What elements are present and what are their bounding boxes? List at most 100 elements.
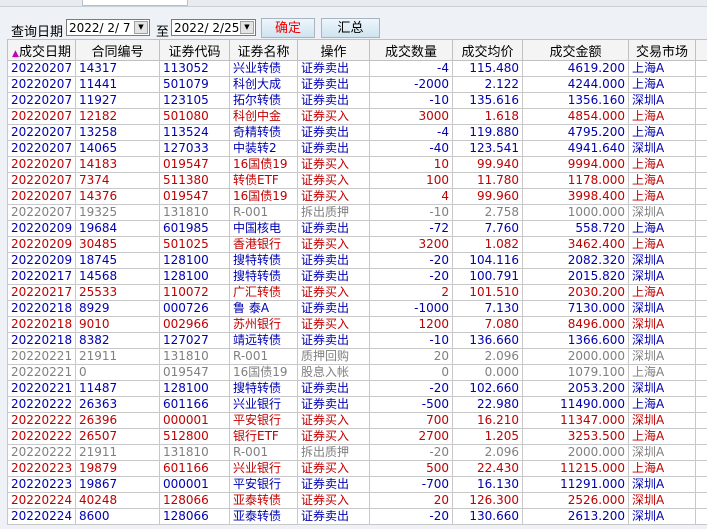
cell-quantity: -10 [369, 204, 453, 221]
cell-operation: 证券买入 [297, 316, 370, 333]
table-row[interactable]: 20220209 19684 601985 中国核电 证券卖出 -72 7.760 558.7… [7, 220, 707, 237]
confirm-button[interactable]: 确定 [261, 18, 315, 38]
active-tab[interactable] [82, 0, 188, 6]
table-row[interactable]: 20220207 14317 113052 兴业转债 证券卖出 -4 115.480 4619… [7, 60, 707, 77]
start-date-picker[interactable]: 2022/ 2/ 7 ▼ [66, 19, 150, 36]
table-row[interactable]: 20220221 0 019547 16国债19 股息入帐 0 0.000 1079.100 上… [7, 364, 707, 381]
cell-market: 深圳A [628, 332, 696, 349]
end-date-picker[interactable]: 2022/ 2/25 ▼ [171, 19, 256, 36]
cell-contract-no: 8382 [75, 332, 160, 349]
cell-name: 亚泰转债 [229, 508, 298, 525]
table-row[interactable]: 20220218 9010 002966 苏州银行 证券买入 1200 7.080 8496.… [7, 316, 707, 333]
cell-extra [695, 108, 707, 125]
cell-contract-no: 21911 [75, 348, 160, 365]
column-header-label: 成交数量 [384, 44, 437, 60]
table-row[interactable]: 20220209 30485 501025 香港银行 证券买入 3200 1.082 3462… [7, 236, 707, 253]
cell-quantity: 3000 [369, 108, 453, 125]
cell-price: 1.082 [452, 236, 523, 253]
table-row[interactable]: 20220218 8382 127027 靖远转债 证券卖出 -10 136.660 1366… [7, 332, 707, 349]
cell-market: 深圳A [628, 140, 696, 157]
column-header-6[interactable]: 成交均价 [452, 39, 523, 61]
cell-date: 20220207 [7, 172, 76, 189]
cell-quantity: -500 [369, 396, 453, 413]
table-row[interactable]: 20220207 14376 019547 16国债19 证券买入 4 99.960 3998… [7, 188, 707, 205]
cell-quantity: 500 [369, 460, 453, 477]
table-row[interactable]: 20220224 40248 128066 亚泰转债 证券买入 20 126.300 2526… [7, 492, 707, 509]
cell-contract-no: 7374 [75, 172, 160, 189]
cell-price: 102.660 [452, 380, 523, 397]
table-row[interactable]: 20220222 26507 512800 银行ETF 证券买入 2700 1.205 325… [7, 428, 707, 445]
dropdown-arrow-icon[interactable]: ▼ [240, 21, 254, 34]
cell-name: R-001 [229, 204, 298, 221]
column-header-extra[interactable] [695, 39, 707, 61]
table-row[interactable]: 20220223 19879 601166 兴业银行 证券买入 500 22.430 1121… [7, 460, 707, 477]
cell-operation: 证券买入 [297, 108, 370, 125]
cell-date: 20220222 [7, 412, 76, 429]
cell-code: 113052 [159, 60, 230, 77]
table-row[interactable]: 20220218 8929 000726 鲁 泰A 证券卖出 -1000 7.130 7130… [7, 300, 707, 317]
table-row[interactable]: 20220223 19867 000001 平安银行 证券卖出 -700 16.130 112… [7, 476, 707, 493]
cell-date: 20220221 [7, 364, 76, 381]
table-row[interactable]: 20220221 11487 128100 搜特转债 证券卖出 -20 102.660 205… [7, 380, 707, 397]
column-header-4[interactable]: 操作 [297, 39, 370, 61]
cell-operation: 证券卖出 [297, 124, 370, 141]
cell-quantity: 3200 [369, 236, 453, 253]
cell-code: 000001 [159, 412, 230, 429]
cell-date: 20220218 [7, 332, 76, 349]
table-row[interactable]: 20220221 21911 131810 R-001 质押回购 20 2.096 2000.… [7, 348, 707, 365]
cell-name: 科创大成 [229, 76, 298, 93]
table-row[interactable]: 20220224 8600 128066 亚泰转债 证券卖出 -20 130.660 2613… [7, 508, 707, 525]
cell-price: 16.130 [452, 476, 523, 493]
column-header-5[interactable]: 成交数量 [369, 39, 453, 61]
cell-date: 20220207 [7, 92, 76, 109]
column-header-3[interactable]: 证券名称 [229, 39, 298, 61]
table-row[interactable]: 20220222 26396 000001 平安银行 证券买入 700 16.210 1134… [7, 412, 707, 429]
cell-code: 501025 [159, 236, 230, 253]
cell-extra [695, 332, 707, 349]
cell-price: 1.618 [452, 108, 523, 125]
cell-code: 128100 [159, 380, 230, 397]
cell-code: 110072 [159, 284, 230, 301]
cell-name: 奇精转债 [229, 124, 298, 141]
table-row[interactable]: 20220217 25533 110072 广汇转债 证券买入 2 101.510 2030.… [7, 284, 707, 301]
table-row[interactable]: 20220207 14183 019547 16国债19 证券买入 10 99.940 999… [7, 156, 707, 173]
column-header-8[interactable]: 交易市场 [628, 39, 696, 61]
column-header-1[interactable]: 合同编号 [75, 39, 160, 61]
cell-name: 中装转2 [229, 140, 298, 157]
cell-contract-no: 14317 [75, 60, 160, 77]
cell-amount: 11347.000 [522, 412, 629, 429]
cell-operation: 证券买入 [297, 412, 370, 429]
table-row[interactable]: 20220222 26363 601166 兴业银行 证券卖出 -500 22.980 114… [7, 396, 707, 413]
table-row[interactable]: 20220207 19325 131810 R-001 拆出质押 -10 2.758 1000… [7, 204, 707, 221]
table-row[interactable]: 20220207 12182 501080 科创中金 证券买入 3000 1.618 4854… [7, 108, 707, 125]
column-header-7[interactable]: 成交金额 [522, 39, 629, 61]
cell-price: 7.130 [452, 300, 523, 317]
sort-ascending-icon: ▲ [12, 48, 19, 59]
table-row[interactable]: 20220222 21911 131810 R-001 拆出质押 -20 2.096 2000… [7, 444, 707, 461]
cell-date: 20220207 [7, 156, 76, 173]
cell-date: 20220224 [7, 508, 76, 525]
to-label: 至 [156, 25, 170, 40]
cell-contract-no: 30485 [75, 236, 160, 253]
cell-code: 000001 [159, 476, 230, 493]
table-row[interactable]: 20220207 11927 123105 拓尔转债 证券卖出 -10 135.616 135… [7, 92, 707, 109]
cell-market: 上海A [628, 60, 696, 77]
cell-market: 上海A [628, 284, 696, 301]
table-row[interactable]: 20220207 13258 113524 奇精转债 证券卖出 -4 119.880 4795… [7, 124, 707, 141]
cell-quantity: 1200 [369, 316, 453, 333]
table-row[interactable]: 20220209 18745 128100 搜特转债 证券卖出 -20 104.116 208… [7, 252, 707, 269]
column-header-0[interactable]: ▲成交日期 [7, 39, 76, 61]
summary-button[interactable]: 汇总 [321, 18, 380, 38]
query-date-label: 查询日期 [11, 25, 64, 40]
cell-extra [695, 380, 707, 397]
table-row[interactable]: 20220207 7374 511380 转债ETF 证券买入 100 11.780 1178… [7, 172, 707, 189]
table-row[interactable]: 20220207 11441 501079 科创大成 证券卖出 -2000 2.122 424… [7, 76, 707, 93]
column-header-2[interactable]: 证券代码 [159, 39, 230, 61]
cell-extra [695, 412, 707, 429]
dropdown-arrow-icon[interactable]: ▼ [134, 21, 148, 34]
table-row[interactable]: 20220217 14568 128100 搜特转债 证券卖出 -20 100.791 201… [7, 268, 707, 285]
cell-extra [695, 444, 707, 461]
cell-market: 上海A [628, 76, 696, 93]
cell-amount: 8496.000 [522, 316, 629, 333]
table-row[interactable]: 20220207 14065 127033 中装转2 证券卖出 -40 123.541 494… [7, 140, 707, 157]
